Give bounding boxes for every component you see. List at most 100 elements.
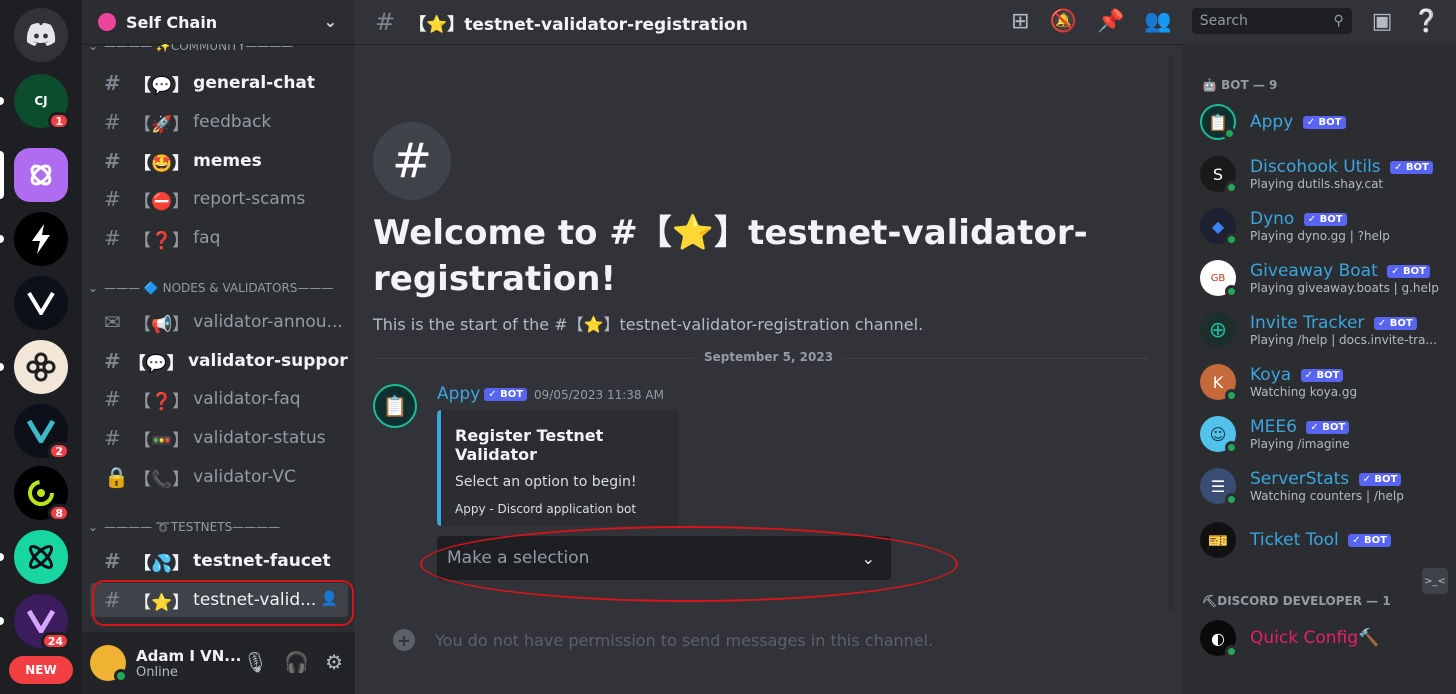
channel-feedback[interactable]: # 【🚀】 feedback [90, 105, 348, 139]
member-invite-tracker[interactable]: ⊕ Invite Tracker ✓ BOT Playing /help | do… [1200, 308, 1450, 352]
chevron-down-icon: ⌄ [323, 12, 337, 31]
member-giveaway-boat[interactable]: GB Giveaway Boat ✓ BOT Playing giveaway.b… [1200, 256, 1450, 300]
channel-sidebar: Self Chain ⌄ ⌄ ———— ✨COMMUNITY———— # 【💬】 ge… [82, 0, 355, 694]
message-embed: Register Testnet Validator Select an opt… [437, 410, 679, 526]
v3-icon[interactable]: 24 [14, 594, 70, 650]
username: Adam I VN... [136, 646, 242, 665]
new-badge[interactable]: NEW [9, 656, 73, 684]
plus-icon: + [393, 629, 415, 651]
hash-icon: # [104, 226, 121, 250]
hash-icon: # [104, 387, 121, 411]
member-mee6[interactable]: ☺ MEE6 ✓ BOT Playing /imagine [1200, 412, 1450, 456]
hash-icon: # [104, 426, 121, 450]
headphones-icon[interactable]: 🎧 [284, 650, 309, 674]
avatar: GB [1200, 260, 1238, 298]
hash-icon: # [104, 349, 121, 373]
channel-report-scams[interactable]: # 【⛔】 report-scams [90, 182, 348, 216]
avatar: K [1200, 364, 1238, 402]
avatar: ☺ [1200, 416, 1238, 454]
member-koya[interactable]: K Koya ✓ BOT Watching koya.gg [1200, 360, 1450, 404]
avatar: ◐ [1200, 620, 1238, 658]
embed-title: Register Testnet Validator [455, 426, 604, 464]
member-list: 🤖 BOT — 9 📋 Appy ✓ BOT S Discohook Utils… [1182, 44, 1456, 694]
hash-icon: # [104, 71, 121, 95]
hash-icon: # [104, 549, 121, 573]
search-icon: ⚲ [1333, 13, 1344, 29]
channel-validator-vc[interactable]: 🔒 【📞】 validator-VC [90, 460, 348, 494]
welcome-title: Welcome to #【⭐】testnet-validator-registr… [373, 213, 1088, 299]
emoji-button-icon[interactable]: >_< [1422, 568, 1448, 594]
add-member-icon[interactable]: 👤 [321, 591, 338, 607]
v-icon[interactable] [14, 276, 68, 330]
discord-app: CJ 1 2 8 24 NEW Self Chain ⌄ ⌄ ———— ✨COM… [0, 0, 1456, 694]
member-ticket-tool[interactable]: 🎫 Ticket Tool ✓ BOT [1200, 518, 1450, 562]
channel-faq[interactable]: # 【❓】 faq [90, 221, 348, 255]
channel-validator-support[interactable]: # 【💬】 validator-support [90, 344, 348, 378]
user-panel: Adam I VN... Online 🎙 🎧 ⚙ [82, 632, 355, 694]
welcome-subtitle: This is the start of the #【⭐】testnet-val… [373, 315, 924, 334]
channel-validator-faq[interactable]: # 【❓】 validator-faq [90, 382, 348, 416]
channel-title: 【⭐】testnet-validator-registration [409, 14, 748, 35]
appy-avatar[interactable]: 📋 [373, 384, 417, 428]
category-community[interactable]: ⌄ ———— ✨COMMUNITY———— [88, 44, 293, 56]
message-author[interactable]: Appy ✓ BOT [437, 384, 528, 404]
avatar: ⊕ [1200, 312, 1236, 348]
online-status-dot [114, 669, 128, 683]
channel-validator-status[interactable]: # 【🚥】 validator-status [90, 421, 348, 455]
user-info[interactable]: Adam I VN... Online [136, 647, 241, 680]
bot-tag: ✓ BOT [484, 387, 528, 401]
atom-icon[interactable] [14, 530, 68, 584]
avatar: ◆ [1200, 208, 1238, 246]
guild-icon [98, 13, 116, 31]
embed-footer: Appy - Discord application bot [455, 502, 637, 516]
member-discohook-utils[interactable]: S Discohook Utils ✓ BOT Playing dutils.sh… [1200, 152, 1450, 196]
header-toolbar: ⊞ 🔕 📌 👥 Search ⚲ ▣ ❔ [1011, 8, 1440, 34]
hash-icon: # [375, 8, 396, 36]
category-testnets[interactable]: ⌄ ———— ➰TESTNETS———— [88, 517, 280, 537]
search-input[interactable]: Search ⚲ [1191, 8, 1352, 34]
server-cj-icon[interactable]: CJ 1 [14, 74, 70, 130]
server-mention-badge: 24 [40, 632, 70, 650]
inbox-icon[interactable]: ▣ [1372, 9, 1393, 34]
channel-memes[interactable]: # 【🤩】 memes [90, 144, 348, 178]
v2-icon[interactable]: 2 [14, 404, 70, 460]
megaphone-icon: ✉ [104, 310, 121, 334]
member-list-icon[interactable]: 👥 [1144, 9, 1171, 34]
threads-icon[interactable]: ⊞ [1011, 9, 1029, 34]
avatar[interactable] [90, 645, 128, 683]
gear-icon[interactable]: ⚙ [325, 650, 343, 674]
active-server-pill [0, 151, 4, 199]
channel-testnet-validator-registration[interactable]: # 【⭐】 testnet-valid... 👤 [90, 583, 348, 617]
discord-home-icon[interactable] [14, 8, 68, 62]
chat-scrollbar[interactable] [1168, 55, 1174, 611]
unread-pill [0, 363, 4, 371]
unread-pill [0, 235, 4, 243]
member-quick-config[interactable]: ◐ Quick Config🔨 [1200, 616, 1450, 660]
member-dyno[interactable]: ◆ Dyno ✓ BOT Playing dyno.gg | ?help [1200, 204, 1450, 248]
notification-mute-icon[interactable]: 🔕 [1050, 9, 1077, 34]
help-icon[interactable]: ❔ [1413, 9, 1440, 34]
pin-icon[interactable]: 📌 [1097, 9, 1124, 34]
category-nodes-validators[interactable]: ⌄ ——— 🔷 NODES & VALIDATORS——— [88, 278, 333, 298]
composer-placeholder: You do not have permission to send messa… [435, 630, 934, 650]
message-composer: + You do not have permission to send mes… [373, 616, 1148, 664]
mute-mic-icon[interactable]: 🎙 [243, 650, 268, 674]
ring-icon[interactable]: 8 [14, 466, 70, 522]
member-serverstats[interactable]: ☰ ServerStats ✓ BOT Watching counters | /… [1200, 464, 1450, 508]
channel-validator-announcements[interactable]: ✉ 【📢】 validator-annou... [90, 305, 348, 339]
member-appy[interactable]: 📋 Appy ✓ BOT [1200, 100, 1450, 144]
hash-icon: # [104, 187, 121, 211]
server-mention-badge: 8 [48, 504, 70, 522]
selfchain-icon[interactable] [14, 148, 68, 202]
guild-header[interactable]: Self Chain ⌄ [82, 0, 355, 44]
selection-dropdown[interactable]: Make a selection ⌄ [437, 536, 891, 580]
server-mention-badge: 2 [48, 442, 70, 460]
user-status: Online [136, 664, 178, 680]
knot-icon[interactable] [14, 340, 68, 394]
lightning-icon[interactable] [14, 212, 68, 266]
channel-general-chat[interactable]: # 【💬】 general-chat [90, 66, 348, 100]
member-group-bot: 🤖 BOT — 9 [1202, 78, 1278, 92]
channel-testnet-faucet[interactable]: # 【💦】 testnet-faucet [90, 544, 348, 578]
channel-list: ⌄ ———— ✨COMMUNITY———— # 【💬】 general-chat # 【… [82, 44, 355, 632]
unread-pill [0, 553, 4, 561]
